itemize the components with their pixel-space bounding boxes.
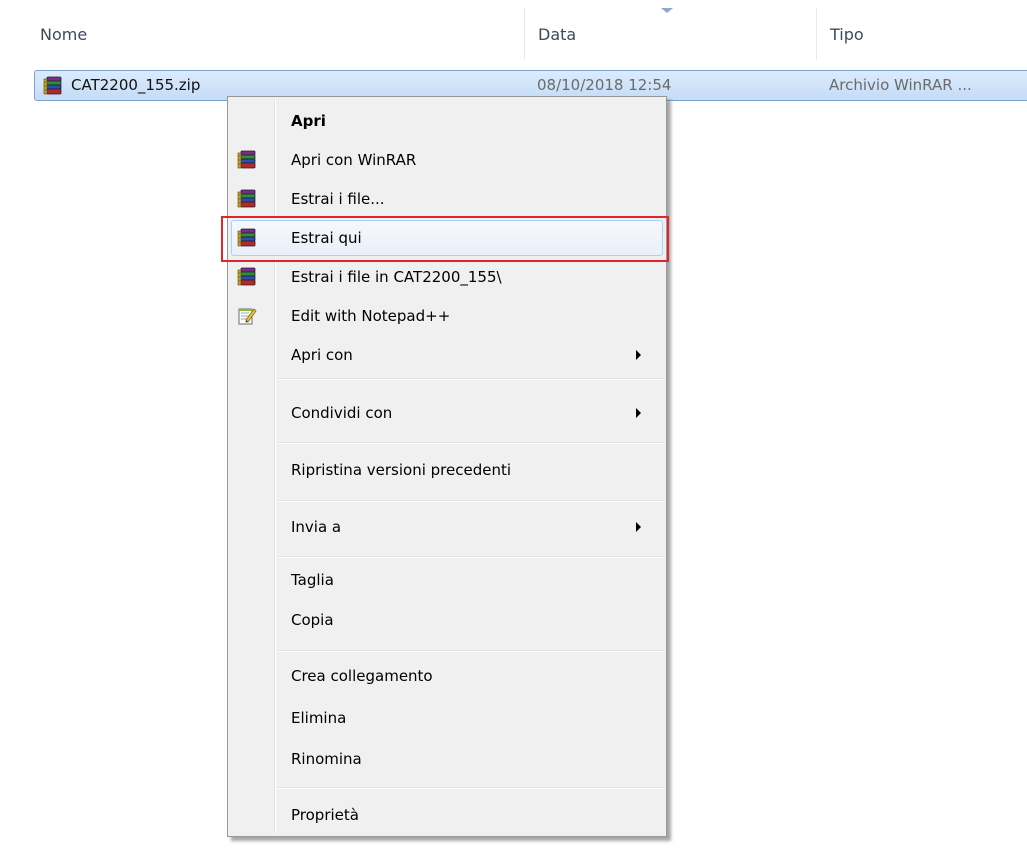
menu-item-label: Estrai i file in CAT2200_155\ xyxy=(291,268,502,286)
menu-item-share-with[interactable]: Condividi con xyxy=(231,395,663,431)
menu-item-open-with-winrar[interactable]: Apri con WinRAR xyxy=(231,142,663,178)
explorer-window: Nome Data Tipo CAT2200_155.zip 08/10/201… xyxy=(0,0,1027,852)
menu-item-rename[interactable]: Rinomina xyxy=(231,741,663,777)
menu-item-delete[interactable]: Elimina xyxy=(231,700,663,736)
menu-item-label: Ripristina versioni precedenti xyxy=(291,461,512,479)
winrar-icon xyxy=(237,189,257,209)
file-type: Archivio WinRAR ... xyxy=(829,76,972,94)
menu-item-send-to[interactable]: Invia a xyxy=(231,509,663,545)
submenu-arrow-icon xyxy=(636,350,641,360)
highlight-annotation xyxy=(221,216,669,262)
menu-separator xyxy=(278,500,664,502)
menu-item-open-with[interactable]: Apri con xyxy=(231,337,663,373)
menu-item-label: Crea collegamento xyxy=(291,667,433,685)
menu-item-label: Copia xyxy=(291,611,334,629)
notepadpp-icon xyxy=(237,306,257,326)
column-header-name[interactable]: Nome xyxy=(40,0,520,64)
menu-item-label: Rinomina xyxy=(291,750,362,768)
column-header-date[interactable]: Data xyxy=(538,0,808,64)
menu-separator xyxy=(278,556,664,558)
menu-item-label: Apri con xyxy=(291,346,353,364)
menu-item-label: Taglia xyxy=(291,571,334,589)
column-header-type[interactable]: Tipo xyxy=(830,0,1020,64)
column-divider[interactable] xyxy=(524,8,525,60)
menu-item-label: Elimina xyxy=(291,709,347,727)
menu-item-cut[interactable]: Taglia xyxy=(231,562,663,598)
menu-item-extract-files[interactable]: Estrai i file... xyxy=(231,181,663,217)
menu-item-restore-versions[interactable]: Ripristina versioni precedenti xyxy=(231,452,663,488)
menu-separator xyxy=(278,650,664,652)
winrar-icon xyxy=(237,150,257,170)
menu-item-create-shortcut[interactable]: Crea collegamento xyxy=(231,658,663,694)
menu-item-extract-to-folder[interactable]: Estrai i file in CAT2200_155\ xyxy=(231,259,663,295)
menu-item-edit-notepadpp[interactable]: Edit with Notepad++ xyxy=(231,298,663,334)
menu-item-label: Edit with Notepad++ xyxy=(291,307,451,325)
menu-item-open[interactable]: Apri xyxy=(231,103,663,139)
menu-item-label: Apri con WinRAR xyxy=(291,151,417,169)
submenu-arrow-icon xyxy=(636,408,641,418)
winrar-archive-icon xyxy=(43,76,63,96)
menu-item-label: Invia a xyxy=(291,518,342,536)
file-name: CAT2200_155.zip xyxy=(71,76,201,94)
menu-separator xyxy=(278,442,664,444)
submenu-arrow-icon xyxy=(636,522,641,532)
menu-item-label: Condividi con xyxy=(291,404,393,422)
menu-item-label: Apri xyxy=(291,112,326,130)
menu-item-properties[interactable]: Proprietà xyxy=(231,797,663,833)
menu-separator xyxy=(278,378,664,380)
menu-item-copy[interactable]: Copia xyxy=(231,602,663,638)
column-divider[interactable] xyxy=(816,8,817,60)
menu-item-label: Proprietà xyxy=(291,806,359,824)
menu-separator xyxy=(278,787,664,789)
menu-item-label: Estrai i file... xyxy=(291,190,385,208)
winrar-icon xyxy=(237,267,257,287)
context-menu: Apri Apri con WinRAR Estrai i file... Es… xyxy=(227,96,667,837)
